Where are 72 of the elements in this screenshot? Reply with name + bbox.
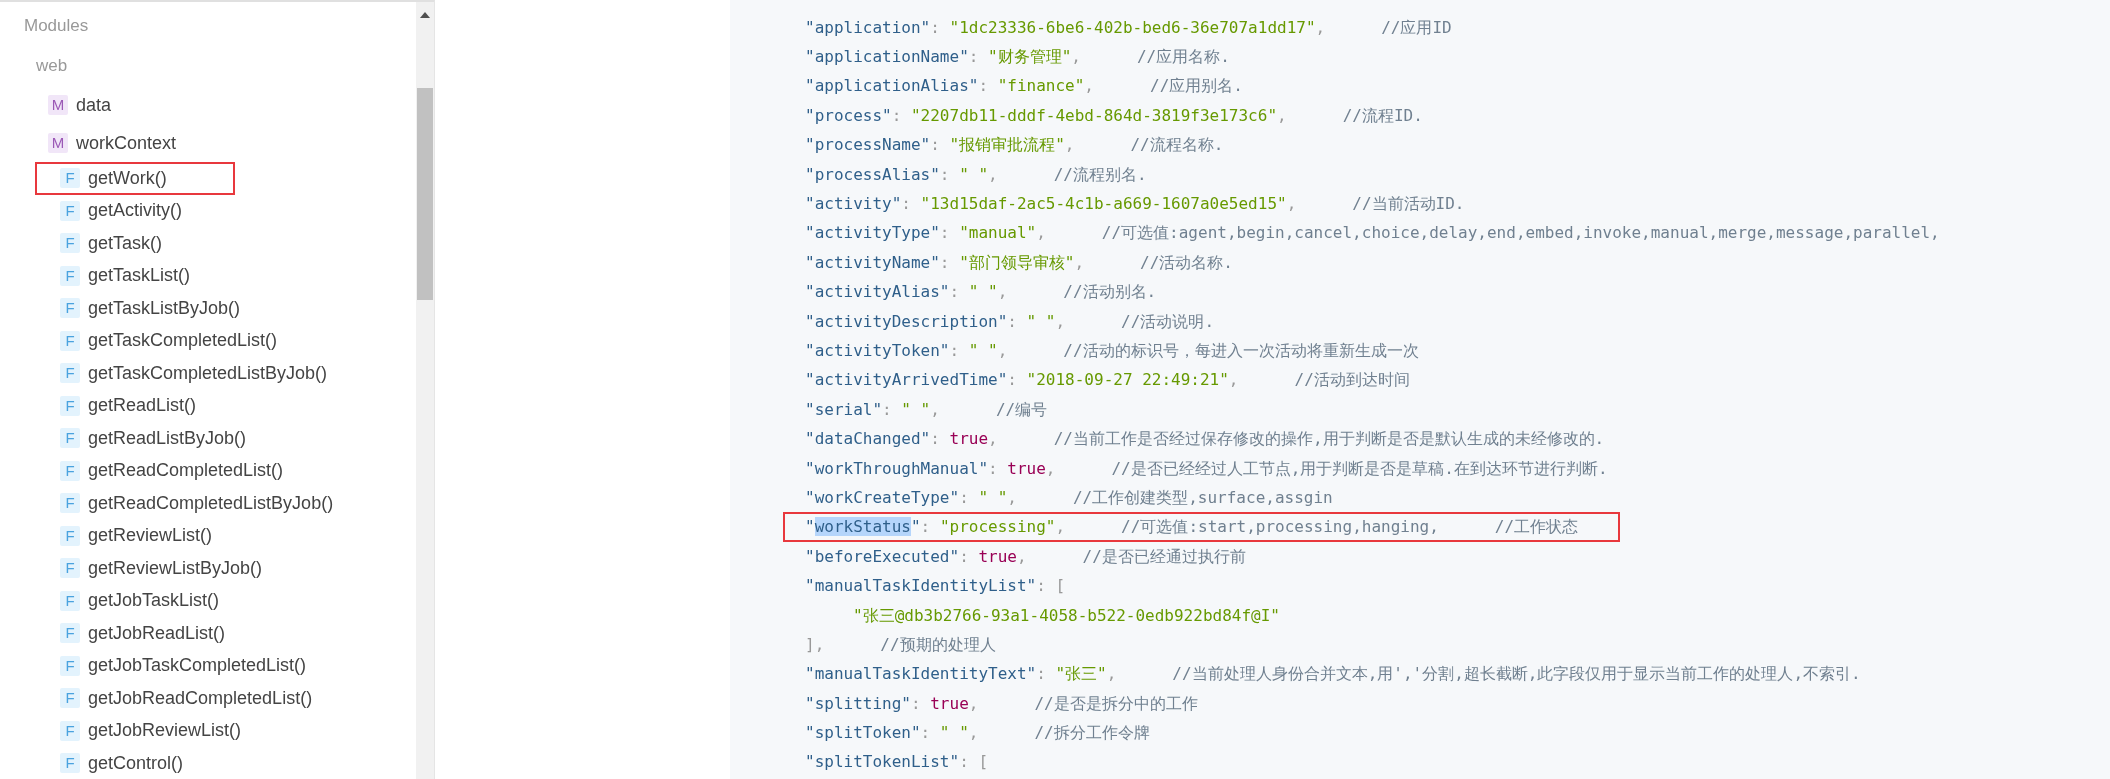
code-line: "activityType": "manual", //可选值:agent,begin,cancel,choice,delay,end,embed,invoke,manual,merge,message,parallel, xyxy=(804,222,1941,245)
code-line: "activityArrivedTime": "2018-09-27 22:49:21", //活动到达时间 xyxy=(804,369,1411,392)
tree-item[interactable]: M data xyxy=(48,90,112,120)
function-icon: F xyxy=(60,428,80,449)
function-icon: F xyxy=(60,233,80,254)
code-line: "workThroughManual": true, //是否已经经过人工节点,用于判断是否是草稿.在到达环节进行判断. xyxy=(804,457,1609,480)
code-line: "splitting": true, //是否是拆分中的工作 xyxy=(804,692,1199,715)
code-line: ], //预期的处理人 xyxy=(804,633,997,656)
function-icon: F xyxy=(60,298,80,319)
tree-item[interactable]: F getJobTaskList() xyxy=(60,586,220,616)
code-line: "process": "2207db11-dddf-4ebd-864d-3819f3e173c6", //流程ID. xyxy=(804,104,1424,127)
function-icon: F xyxy=(60,720,80,741)
function-icon: F xyxy=(60,590,80,611)
function-icon: F xyxy=(60,265,80,286)
tree-item[interactable]: F getTaskList() xyxy=(60,261,191,291)
code-line: "workStatus": "processing", //可选值:start,processing,hanging, //工作状态 xyxy=(785,514,1619,541)
tree-item[interactable]: M workContext xyxy=(48,128,177,158)
tree-item[interactable]: F getReviewList() xyxy=(60,521,213,551)
module-icon: M xyxy=(48,95,68,115)
tree-item[interactable]: F getJobReadList() xyxy=(60,618,226,648)
function-icon: F xyxy=(60,525,80,546)
tree-item[interactable]: F getReadListByJob() xyxy=(60,423,247,453)
code-line: "张三@db3b2766-93a1-4058-b522-0edb922bd84f@I" xyxy=(852,604,1281,627)
code-line: "applicationName": "财务管理", //应用名称. xyxy=(804,46,1231,69)
function-icon: F xyxy=(60,558,80,579)
function-icon: F xyxy=(60,395,80,416)
function-icon: F xyxy=(60,493,80,514)
code-line: "activityDescription": " ", //活动说明. xyxy=(804,310,1215,333)
tree-item[interactable]: F getTask() xyxy=(60,228,163,258)
code-line: "dataChanged": true, //当前工作是否经过保存修改的操作,用于判断是否是默认生成的未经修改的. xyxy=(804,428,1606,451)
scrollbar-thumb[interactable] xyxy=(417,88,433,300)
code-line: "workCreateType": " ", //工作创建类型,surface,assgin xyxy=(804,486,1334,509)
code-line: "processName": "报销审批流程", //流程名称. xyxy=(804,134,1225,157)
module-icon: M xyxy=(48,133,68,153)
function-icon: F xyxy=(60,200,80,221)
code-line: "serial": " ", //编号 xyxy=(804,398,1049,421)
tree-item[interactable]: F getActivity() xyxy=(60,196,183,226)
tree-item[interactable]: F getWork() xyxy=(37,163,233,193)
tree-item[interactable]: F getReviewListByJob() xyxy=(60,553,263,583)
code-line: "beforeExecuted": true, //是否已经通过执行前 xyxy=(804,545,1247,568)
code-line: "activityName": "部门领导审核", //活动名称. xyxy=(804,251,1234,274)
code-line: "manualTaskIdentityList": [ xyxy=(804,575,1067,598)
tree-item[interactable]: F getReadCompletedList() xyxy=(60,456,284,486)
tree-item[interactable]: F getControl() xyxy=(60,748,184,778)
function-icon: F xyxy=(60,753,80,774)
code-line: "activityToken": " ", //活动的标识号，每进入一次活动将重新生成一次 xyxy=(804,340,1420,362)
tree-item[interactable]: F getReadList() xyxy=(60,391,197,421)
function-icon: F xyxy=(60,655,80,676)
tree-item[interactable]: F getJobTaskCompletedList() xyxy=(60,651,307,681)
function-icon: F xyxy=(60,460,80,481)
code-line: "manualTaskIdentityText": "张三", //当前处理人身份合并文本,用','分割,超长截断,此字段仅用于显示当前工作的处理人,不索引. xyxy=(804,663,1862,686)
tree-item[interactable]: F getTaskListByJob() xyxy=(60,293,241,323)
scroll-up-icon[interactable] xyxy=(420,12,430,18)
scrollbar[interactable] xyxy=(416,2,434,779)
code-line: "splitTokenList": [ xyxy=(804,751,990,774)
code-line: "activity": "13d15daf-2ac5-4c1b-a669-1607a0e5ed15", //当前活动ID. xyxy=(804,193,1466,216)
tree-item[interactable]: F getJobReviewList() xyxy=(60,716,242,746)
tree-item[interactable]: F getTaskCompletedListByJob() xyxy=(60,358,328,388)
function-icon: F xyxy=(60,363,80,384)
function-icon: F xyxy=(60,168,80,189)
function-icon: F xyxy=(60,330,80,351)
tree-item[interactable]: F getJobReadCompletedList() xyxy=(60,683,313,713)
code-line: "processAlias": " ", //流程别名. xyxy=(804,163,1148,186)
code-line: "activityAlias": " ", //活动别名. xyxy=(804,281,1158,304)
section-heading: Modules xyxy=(24,15,89,38)
tree-item[interactable]: F getReadCompletedListByJob() xyxy=(60,488,334,518)
function-icon: F xyxy=(60,623,80,644)
function-icon: F xyxy=(60,688,80,709)
tree-item[interactable]: F getTaskCompletedList() xyxy=(60,326,278,356)
code-line: "application": "1dc23336-6be6-402b-bed6-36e707a1dd17", //应用ID xyxy=(804,16,1453,39)
code-line: "splitToken": " ", //拆分工作令牌 xyxy=(804,722,1151,745)
code-line: "applicationAlias": "finance", //应用别名. xyxy=(804,75,1244,98)
